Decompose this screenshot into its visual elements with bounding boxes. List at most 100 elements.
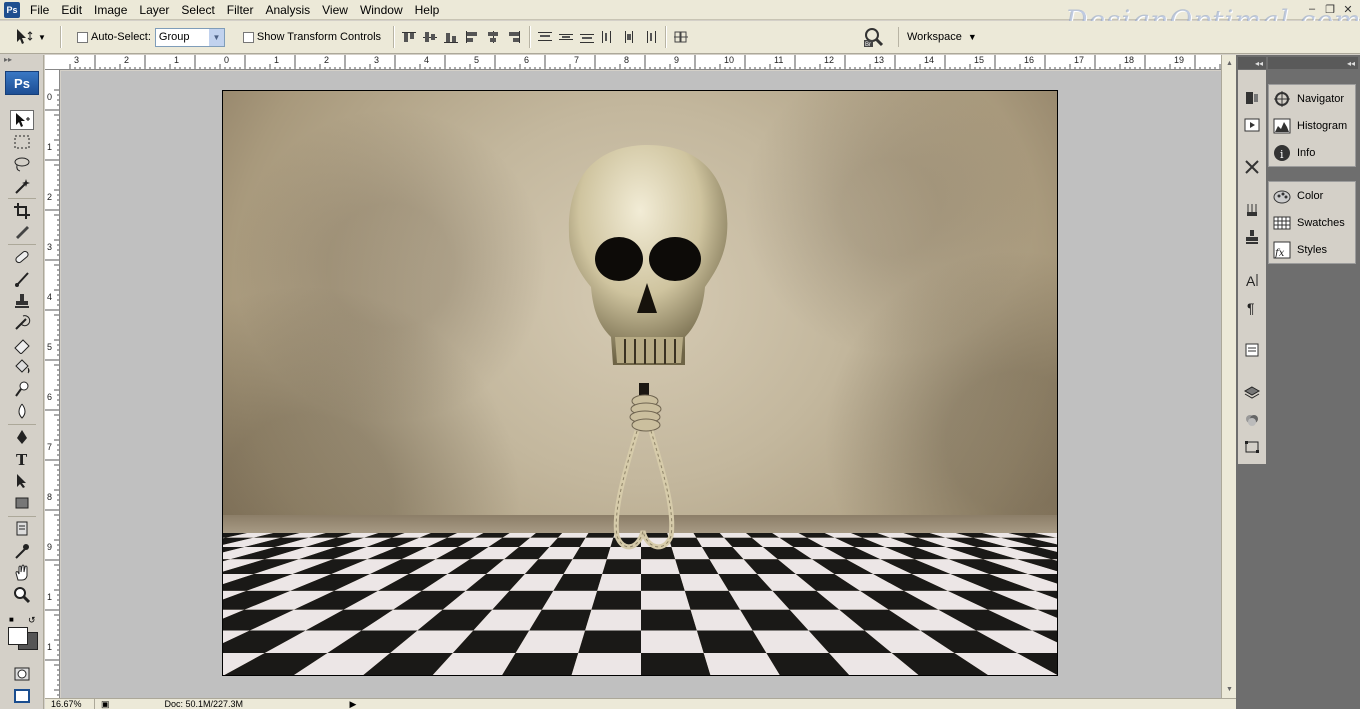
hand-tool[interactable] — [10, 563, 34, 583]
eraser-tool[interactable] — [10, 335, 34, 355]
panel-color[interactable]: Color — [1269, 182, 1355, 209]
slice-tool[interactable] — [10, 221, 34, 241]
menu-view[interactable]: View — [316, 0, 354, 20]
photoshop-logo: Ps — [5, 71, 39, 95]
menu-window[interactable]: Window — [354, 0, 409, 20]
ruler-label: 1 — [47, 642, 53, 652]
magic-wand-tool[interactable] — [10, 176, 34, 196]
paragraph-icon[interactable]: ¶ — [1242, 297, 1262, 317]
healing-brush-tool[interactable] — [10, 247, 34, 267]
scroll-up-icon[interactable]: ▲ — [1223, 57, 1236, 70]
lasso-tool[interactable] — [10, 154, 34, 174]
close-icon[interactable]: ✕ — [1340, 2, 1356, 16]
align-right-icon[interactable] — [505, 29, 523, 45]
noose-image — [613, 383, 675, 550]
panel-info[interactable]: i Info — [1269, 139, 1355, 166]
toolbox-collapse-icon[interactable]: ▸▸ — [0, 55, 43, 69]
menu-edit[interactable]: Edit — [55, 0, 88, 20]
swap-colors-icon[interactable]: ↺ — [28, 615, 36, 626]
clone-source-icon[interactable] — [1242, 227, 1262, 247]
quick-mask-button[interactable] — [10, 664, 34, 684]
checkbox-box[interactable] — [77, 31, 88, 43]
dodge-tool[interactable] — [10, 379, 34, 399]
menu-select[interactable]: Select — [175, 0, 220, 20]
show-transform-checkbox[interactable]: Show Transform Controls — [242, 31, 381, 43]
menu-help[interactable]: Help — [409, 0, 446, 20]
type-tool[interactable]: T — [10, 449, 34, 469]
distribute-hcenter-icon[interactable] — [620, 29, 638, 45]
align-top-icon[interactable] — [400, 29, 418, 45]
align-left-icon[interactable] — [463, 29, 481, 45]
status-menu-icon[interactable]: ▣ — [101, 699, 110, 709]
history-brush-tool[interactable] — [10, 313, 34, 333]
clone-stamp-tool[interactable] — [10, 291, 34, 311]
distribute-bottom-icon[interactable] — [578, 29, 596, 45]
restore-icon[interactable]: ❐ — [1322, 2, 1338, 16]
layer-comps-icon[interactable] — [1242, 88, 1262, 108]
panel-navigator[interactable]: Navigator — [1269, 85, 1355, 112]
paths-icon[interactable] — [1242, 437, 1262, 457]
brush-tool[interactable] — [10, 269, 34, 289]
panel-label: Histogram — [1297, 119, 1348, 132]
align-hcenter-icon[interactable] — [484, 29, 502, 45]
panel-swatches[interactable]: Swatches — [1269, 209, 1355, 236]
crop-tool[interactable] — [10, 201, 34, 221]
brushes-icon[interactable] — [1242, 200, 1262, 220]
distribute-right-icon[interactable] — [641, 29, 659, 45]
zoom-level[interactable]: 16.67% — [45, 699, 95, 709]
vertical-scrollbar[interactable]: ▲ ▼ — [1221, 55, 1236, 698]
foreground-color[interactable] — [8, 627, 28, 645]
shape-tool[interactable] — [10, 493, 34, 513]
distribute-top-icon[interactable] — [536, 29, 554, 45]
zoom-tool[interactable] — [10, 585, 34, 605]
auto-align-layers-icon[interactable] — [672, 29, 690, 45]
layers-icon[interactable] — [1242, 383, 1262, 403]
eyedropper-icon — [15, 544, 29, 559]
photoshop-app-icon[interactable]: Ps — [4, 1, 20, 18]
minimize-icon[interactable]: – — [1304, 2, 1320, 16]
checkbox-box[interactable] — [242, 31, 254, 43]
workspace-label: Workspace — [907, 31, 962, 43]
chevron-down-icon[interactable]: ▼ — [208, 28, 224, 46]
menu-image[interactable]: Image — [88, 0, 133, 20]
actions-icon[interactable] — [1242, 115, 1262, 135]
move-tool[interactable] — [10, 110, 34, 130]
lasso-icon — [14, 157, 30, 172]
path-selection-tool[interactable] — [10, 471, 34, 491]
menu-analysis[interactable]: Analysis — [259, 0, 316, 20]
blur-tool[interactable] — [10, 401, 34, 421]
paint-bucket-tool[interactable] — [10, 357, 34, 377]
workspace-dropdown[interactable]: Workspace ▼ — [898, 27, 980, 47]
menu-layer[interactable]: Layer — [133, 0, 175, 20]
auto-select-dropdown[interactable]: Group ▼ — [154, 27, 225, 47]
tool-preset-picker[interactable]: ▼ — [14, 28, 54, 46]
screen-mode-button[interactable] — [10, 686, 34, 706]
panel-styles[interactable]: fx Styles — [1269, 236, 1355, 263]
menu-filter[interactable]: Filter — [221, 0, 260, 20]
notes-panel-icon[interactable] — [1242, 340, 1262, 360]
distribute-vcenter-icon[interactable] — [557, 29, 575, 45]
marquee-tool[interactable] — [10, 132, 34, 152]
tool-presets-icon[interactable] — [1242, 157, 1262, 177]
default-colors-icon[interactable]: ■ — [9, 615, 14, 624]
notes-tool[interactable] — [10, 519, 34, 539]
channels-icon[interactable] — [1242, 410, 1262, 430]
panel-label: Color — [1297, 189, 1324, 202]
character-icon[interactable]: A — [1242, 270, 1262, 290]
go-to-bridge-icon[interactable]: Br — [862, 26, 886, 48]
eyedropper-tool[interactable] — [10, 541, 34, 561]
menu-file[interactable]: File — [24, 0, 55, 20]
dock-expand-icon[interactable]: ◂◂ — [1268, 57, 1358, 69]
info-icon: i — [1272, 143, 1292, 163]
scroll-down-icon[interactable]: ▼ — [1223, 683, 1236, 696]
align-vcenter-icon[interactable] — [421, 29, 439, 45]
align-bottom-icon[interactable] — [442, 29, 460, 45]
distribute-left-icon[interactable] — [599, 29, 617, 45]
dock-collapse-icon[interactable]: ◂◂ — [1238, 57, 1266, 69]
document-canvas[interactable] — [222, 90, 1058, 676]
ruler-label: 18 — [1124, 55, 1135, 65]
status-arrow-icon[interactable]: ▶ — [350, 699, 357, 709]
auto-select-checkbox[interactable]: Auto-Select: — [77, 31, 151, 43]
panel-histogram[interactable]: Histogram — [1269, 112, 1355, 139]
pen-tool[interactable] — [10, 427, 34, 447]
